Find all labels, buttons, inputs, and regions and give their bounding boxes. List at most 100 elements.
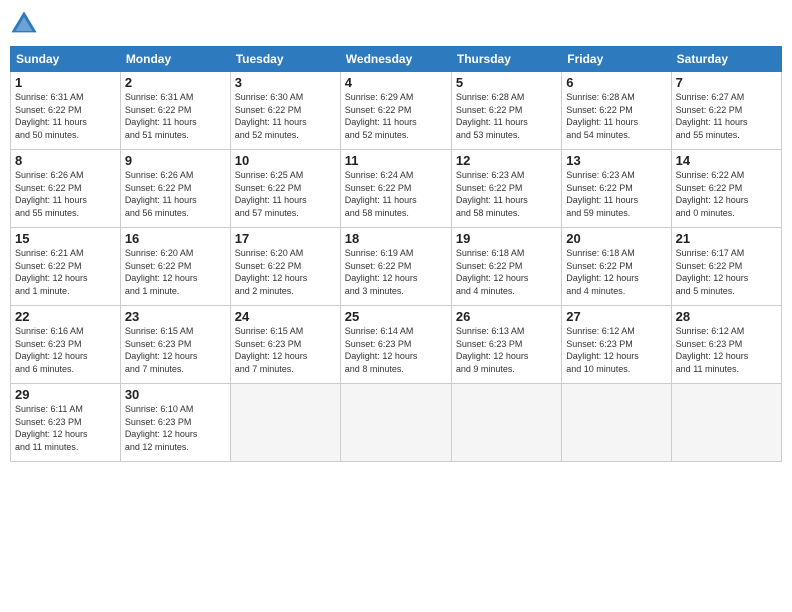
day-info: Sunrise: 6:20 AM Sunset: 6:22 PM Dayligh… xyxy=(125,247,226,297)
day-cell: 30Sunrise: 6:10 AM Sunset: 6:23 PM Dayli… xyxy=(120,384,230,462)
day-cell xyxy=(562,384,671,462)
day-info: Sunrise: 6:10 AM Sunset: 6:23 PM Dayligh… xyxy=(125,403,226,453)
week-row-3: 15Sunrise: 6:21 AM Sunset: 6:22 PM Dayli… xyxy=(11,228,782,306)
day-cell: 5Sunrise: 6:28 AM Sunset: 6:22 PM Daylig… xyxy=(451,72,561,150)
day-info: Sunrise: 6:22 AM Sunset: 6:22 PM Dayligh… xyxy=(676,169,777,219)
day-number: 11 xyxy=(345,153,447,168)
day-cell: 13Sunrise: 6:23 AM Sunset: 6:22 PM Dayli… xyxy=(562,150,671,228)
day-number: 7 xyxy=(676,75,777,90)
day-info: Sunrise: 6:16 AM Sunset: 6:23 PM Dayligh… xyxy=(15,325,116,375)
day-cell: 28Sunrise: 6:12 AM Sunset: 6:23 PM Dayli… xyxy=(671,306,781,384)
day-number: 27 xyxy=(566,309,666,324)
day-number: 18 xyxy=(345,231,447,246)
day-cell: 4Sunrise: 6:29 AM Sunset: 6:22 PM Daylig… xyxy=(340,72,451,150)
day-info: Sunrise: 6:15 AM Sunset: 6:23 PM Dayligh… xyxy=(125,325,226,375)
day-info: Sunrise: 6:21 AM Sunset: 6:22 PM Dayligh… xyxy=(15,247,116,297)
day-number: 12 xyxy=(456,153,557,168)
day-cell: 1Sunrise: 6:31 AM Sunset: 6:22 PM Daylig… xyxy=(11,72,121,150)
week-row-4: 22Sunrise: 6:16 AM Sunset: 6:23 PM Dayli… xyxy=(11,306,782,384)
day-info: Sunrise: 6:19 AM Sunset: 6:22 PM Dayligh… xyxy=(345,247,447,297)
day-number: 28 xyxy=(676,309,777,324)
day-cell: 14Sunrise: 6:22 AM Sunset: 6:22 PM Dayli… xyxy=(671,150,781,228)
day-info: Sunrise: 6:14 AM Sunset: 6:23 PM Dayligh… xyxy=(345,325,447,375)
day-cell: 25Sunrise: 6:14 AM Sunset: 6:23 PM Dayli… xyxy=(340,306,451,384)
day-number: 26 xyxy=(456,309,557,324)
day-info: Sunrise: 6:20 AM Sunset: 6:22 PM Dayligh… xyxy=(235,247,336,297)
day-info: Sunrise: 6:28 AM Sunset: 6:22 PM Dayligh… xyxy=(456,91,557,141)
day-cell: 11Sunrise: 6:24 AM Sunset: 6:22 PM Dayli… xyxy=(340,150,451,228)
day-info: Sunrise: 6:13 AM Sunset: 6:23 PM Dayligh… xyxy=(456,325,557,375)
calendar: SundayMondayTuesdayWednesdayThursdayFrid… xyxy=(10,46,782,462)
day-number: 10 xyxy=(235,153,336,168)
day-cell: 19Sunrise: 6:18 AM Sunset: 6:22 PM Dayli… xyxy=(451,228,561,306)
col-header-tuesday: Tuesday xyxy=(230,47,340,72)
day-info: Sunrise: 6:12 AM Sunset: 6:23 PM Dayligh… xyxy=(566,325,666,375)
day-number: 16 xyxy=(125,231,226,246)
col-header-monday: Monday xyxy=(120,47,230,72)
day-cell: 7Sunrise: 6:27 AM Sunset: 6:22 PM Daylig… xyxy=(671,72,781,150)
col-header-wednesday: Wednesday xyxy=(340,47,451,72)
day-cell: 24Sunrise: 6:15 AM Sunset: 6:23 PM Dayli… xyxy=(230,306,340,384)
day-number: 1 xyxy=(15,75,116,90)
day-cell: 20Sunrise: 6:18 AM Sunset: 6:22 PM Dayli… xyxy=(562,228,671,306)
day-number: 17 xyxy=(235,231,336,246)
day-cell: 18Sunrise: 6:19 AM Sunset: 6:22 PM Dayli… xyxy=(340,228,451,306)
day-info: Sunrise: 6:31 AM Sunset: 6:22 PM Dayligh… xyxy=(125,91,226,141)
day-cell xyxy=(451,384,561,462)
col-header-friday: Friday xyxy=(562,47,671,72)
day-number: 9 xyxy=(125,153,226,168)
day-cell xyxy=(230,384,340,462)
day-info: Sunrise: 6:23 AM Sunset: 6:22 PM Dayligh… xyxy=(456,169,557,219)
day-number: 5 xyxy=(456,75,557,90)
day-number: 14 xyxy=(676,153,777,168)
day-number: 24 xyxy=(235,309,336,324)
logo-icon xyxy=(10,10,38,38)
day-cell: 9Sunrise: 6:26 AM Sunset: 6:22 PM Daylig… xyxy=(120,150,230,228)
day-cell: 6Sunrise: 6:28 AM Sunset: 6:22 PM Daylig… xyxy=(562,72,671,150)
day-info: Sunrise: 6:23 AM Sunset: 6:22 PM Dayligh… xyxy=(566,169,666,219)
col-header-thursday: Thursday xyxy=(451,47,561,72)
day-number: 22 xyxy=(15,309,116,324)
day-number: 2 xyxy=(125,75,226,90)
day-cell: 29Sunrise: 6:11 AM Sunset: 6:23 PM Dayli… xyxy=(11,384,121,462)
week-row-1: 1 Sunrise: 6:31 AM Sunset: 6:22 PM Daylig… xyxy=(11,72,782,150)
day-number: 21 xyxy=(676,231,777,246)
logo xyxy=(10,10,42,38)
day-cell: 15Sunrise: 6:21 AM Sunset: 6:22 PM Dayli… xyxy=(11,228,121,306)
day-info: Sunrise: 6:26 AM Sunset: 6:22 PM Dayligh… xyxy=(15,169,116,219)
day-number: 30 xyxy=(125,387,226,402)
header-row: SundayMondayTuesdayWednesdayThursdayFrid… xyxy=(11,47,782,72)
day-cell: 22Sunrise: 6:16 AM Sunset: 6:23 PM Dayli… xyxy=(11,306,121,384)
day-number: 19 xyxy=(456,231,557,246)
day-cell: 2Sunrise: 6:31 AM Sunset: 6:22 PM Daylig… xyxy=(120,72,230,150)
day-cell: 16Sunrise: 6:20 AM Sunset: 6:22 PM Dayli… xyxy=(120,228,230,306)
day-number: 4 xyxy=(345,75,447,90)
day-cell: 10Sunrise: 6:25 AM Sunset: 6:22 PM Dayli… xyxy=(230,150,340,228)
day-info: Sunrise: 6:15 AM Sunset: 6:23 PM Dayligh… xyxy=(235,325,336,375)
day-info: Sunrise: 6:11 AM Sunset: 6:23 PM Dayligh… xyxy=(15,403,116,453)
day-info: Sunrise: 6:24 AM Sunset: 6:22 PM Dayligh… xyxy=(345,169,447,219)
day-cell xyxy=(340,384,451,462)
day-info: Sunrise: 6:18 AM Sunset: 6:22 PM Dayligh… xyxy=(456,247,557,297)
day-info: Sunrise: 6:18 AM Sunset: 6:22 PM Dayligh… xyxy=(566,247,666,297)
day-info: Sunrise: 6:17 AM Sunset: 6:22 PM Dayligh… xyxy=(676,247,777,297)
day-info: Sunrise: 6:25 AM Sunset: 6:22 PM Dayligh… xyxy=(235,169,336,219)
week-row-5: 29Sunrise: 6:11 AM Sunset: 6:23 PM Dayli… xyxy=(11,384,782,462)
day-number: 3 xyxy=(235,75,336,90)
day-info: Sunrise: 6:27 AM Sunset: 6:22 PM Dayligh… xyxy=(676,91,777,141)
day-number: 6 xyxy=(566,75,666,90)
day-cell: 23Sunrise: 6:15 AM Sunset: 6:23 PM Dayli… xyxy=(120,306,230,384)
day-number: 23 xyxy=(125,309,226,324)
day-info: Sunrise: 6:28 AM Sunset: 6:22 PM Dayligh… xyxy=(566,91,666,141)
col-header-saturday: Saturday xyxy=(671,47,781,72)
day-cell xyxy=(671,384,781,462)
col-header-sunday: Sunday xyxy=(11,47,121,72)
day-cell: 26Sunrise: 6:13 AM Sunset: 6:23 PM Dayli… xyxy=(451,306,561,384)
header xyxy=(10,10,782,38)
day-info: Sunrise: 6:29 AM Sunset: 6:22 PM Dayligh… xyxy=(345,91,447,141)
day-cell: 21Sunrise: 6:17 AM Sunset: 6:22 PM Dayli… xyxy=(671,228,781,306)
day-cell: 8Sunrise: 6:26 AM Sunset: 6:22 PM Daylig… xyxy=(11,150,121,228)
day-info: Sunrise: 6:26 AM Sunset: 6:22 PM Dayligh… xyxy=(125,169,226,219)
day-cell: 17Sunrise: 6:20 AM Sunset: 6:22 PM Dayli… xyxy=(230,228,340,306)
day-cell: 3Sunrise: 6:30 AM Sunset: 6:22 PM Daylig… xyxy=(230,72,340,150)
